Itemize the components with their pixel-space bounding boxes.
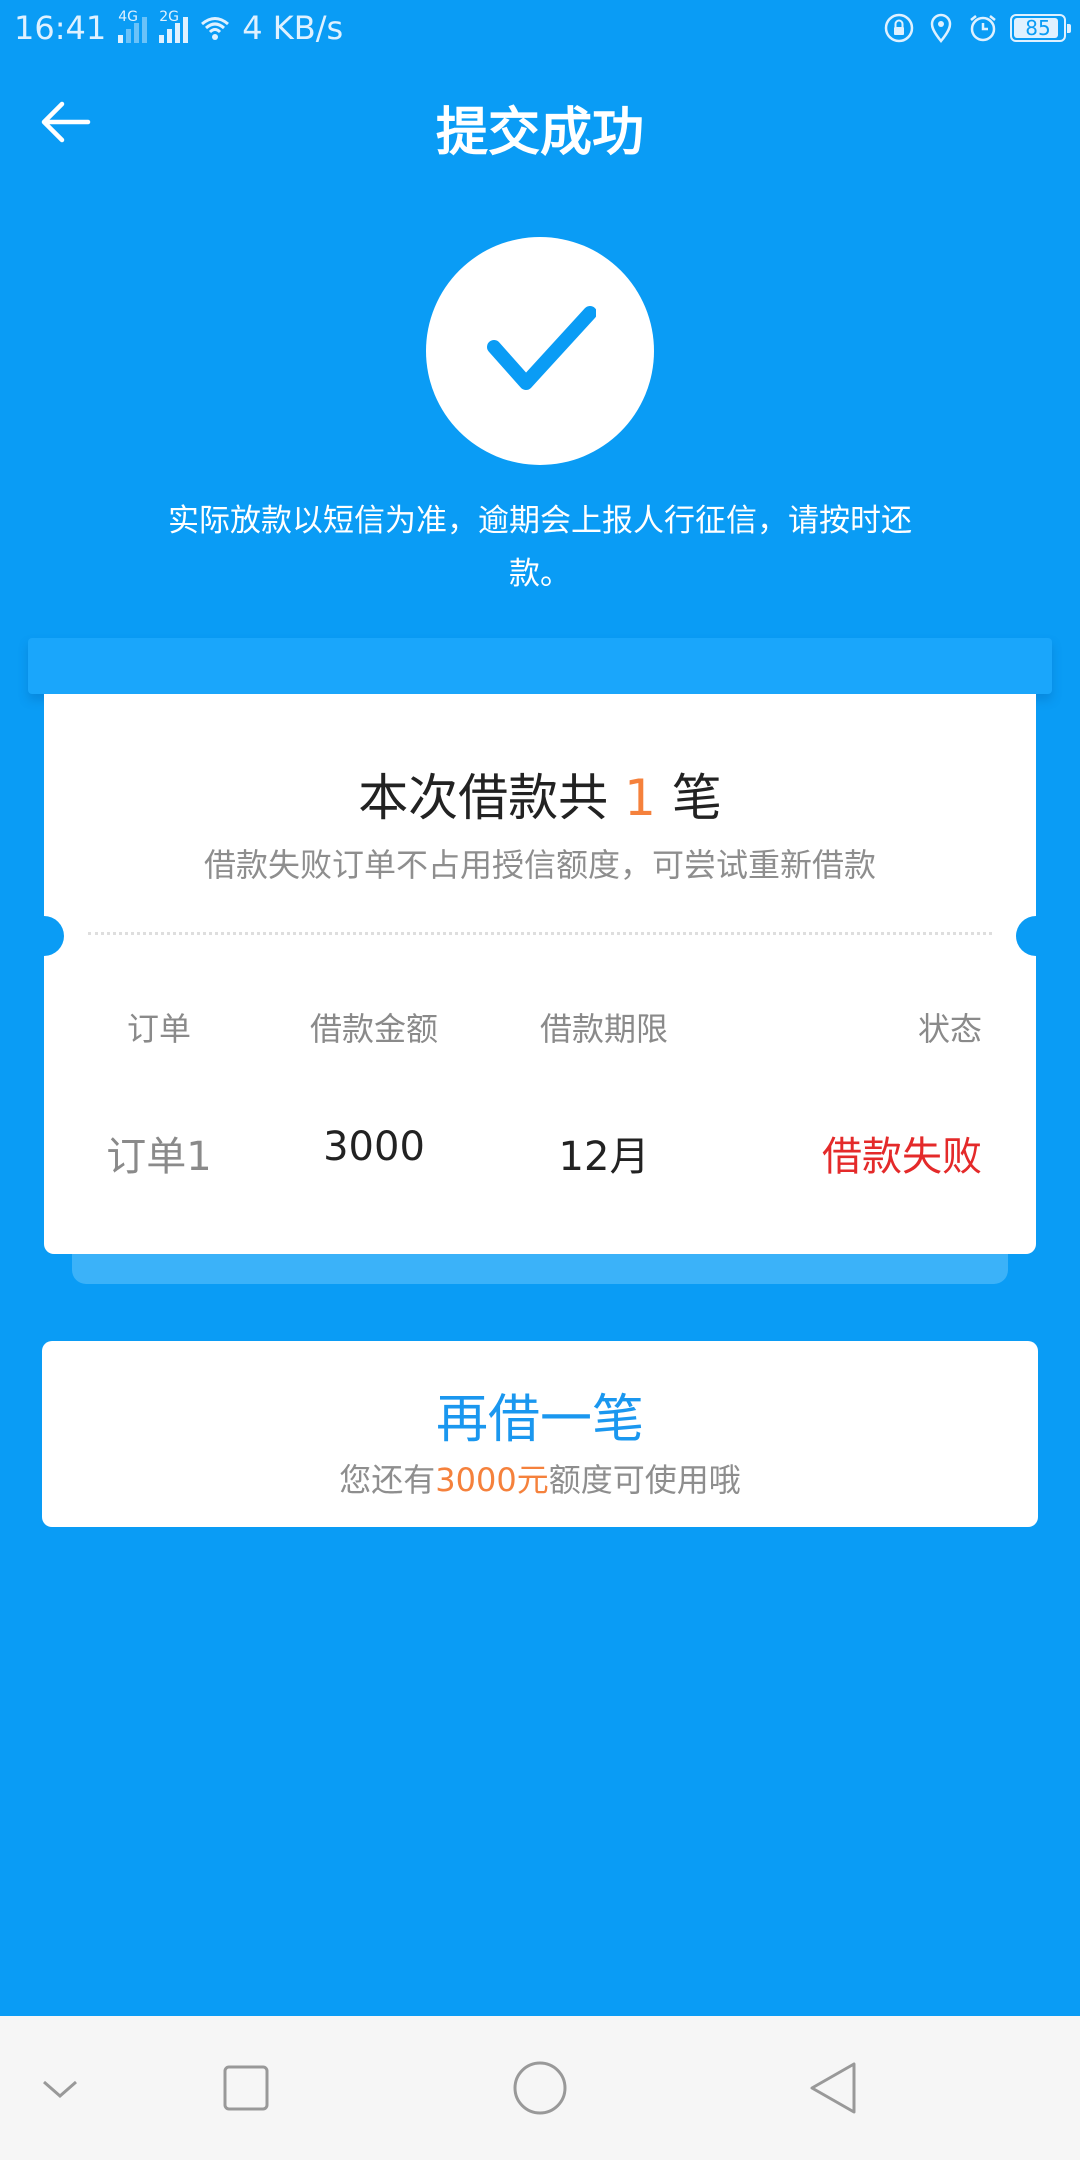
order-name: 订单1 <box>106 1134 212 1180</box>
dotted-divider <box>88 932 992 935</box>
card-notch-left <box>24 916 64 956</box>
network-speed: 4 KB/s <box>242 9 344 47</box>
alarm-icon <box>970 15 996 42</box>
signal-2g-icon: 2G <box>159 9 189 43</box>
available-credit: 3000元 <box>435 1461 549 1499</box>
again-sub-prefix: 您还有 <box>339 1461 436 1499</box>
system-nav-bar <box>0 2016 1080 2160</box>
again-sub-suffix: 额度可使用哦 <box>548 1461 741 1499</box>
notice-text: 实际放款以短信为准，逾期会上报人行征信，请按时还款。 <box>168 503 912 592</box>
success-badge <box>426 237 654 465</box>
card-title-prefix: 本次借款共 <box>358 769 609 827</box>
order-term: 12月 <box>558 1134 650 1180</box>
lock-icon <box>884 13 914 43</box>
header: 提交成功 <box>0 80 1080 163</box>
column-header-amount: 借款金额 <box>309 1010 438 1048</box>
borrow-again-title: 再借一笔 <box>435 1390 644 1450</box>
order-amount: 3000 <box>323 1124 425 1170</box>
card-subtitle: 借款失败订单不占用授信额度，可尝试重新借款 <box>203 846 876 884</box>
status-time: 16:41 <box>14 9 107 47</box>
wifi-icon <box>201 17 230 40</box>
borrow-again-subtitle: 您还有3000元额度可使用哦 <box>42 1455 1038 1501</box>
nav-home-button[interactable] <box>504 2052 576 2124</box>
column-header-status: 状态 <box>917 1010 982 1048</box>
nav-down-icon <box>43 2080 77 2098</box>
order-status: 借款失败 <box>822 1134 982 1180</box>
card-notch-right <box>1016 916 1056 956</box>
card-title: 本次借款共 1 笔 <box>44 758 1036 830</box>
card-slot <box>28 638 1052 694</box>
check-icon <box>487 306 596 390</box>
card-title-suffix: 笔 <box>671 769 722 827</box>
nav-back-button[interactable] <box>798 2052 870 2124</box>
nav-recents-button[interactable] <box>210 2052 282 2124</box>
column-header-term: 借款期限 <box>539 1010 668 1048</box>
loan-count: 1 <box>624 769 656 827</box>
borrow-again-button[interactable]: 再借一笔 您还有3000元额度可使用哦 <box>42 1341 1038 1527</box>
nav-down-button[interactable] <box>24 2052 96 2124</box>
nav-recents-icon <box>223 2065 269 2111</box>
status-bar: 16:41 4G 2G 4 KB/s 85 <box>0 0 1080 56</box>
location-icon <box>930 13 952 43</box>
nav-home-icon <box>513 2061 567 2115</box>
nav-back-icon <box>810 2062 856 2114</box>
column-header-order: 订单 <box>126 1010 191 1048</box>
signal-4g-icon: 4G <box>118 9 148 43</box>
loan-summary-card: 本次借款共 1 笔 借款失败订单不占用授信额度，可尝试重新借款 订单 借款金额 … <box>24 694 1056 1254</box>
battery-indicator: 85 <box>1010 14 1071 42</box>
page-title: 提交成功 <box>435 103 644 163</box>
